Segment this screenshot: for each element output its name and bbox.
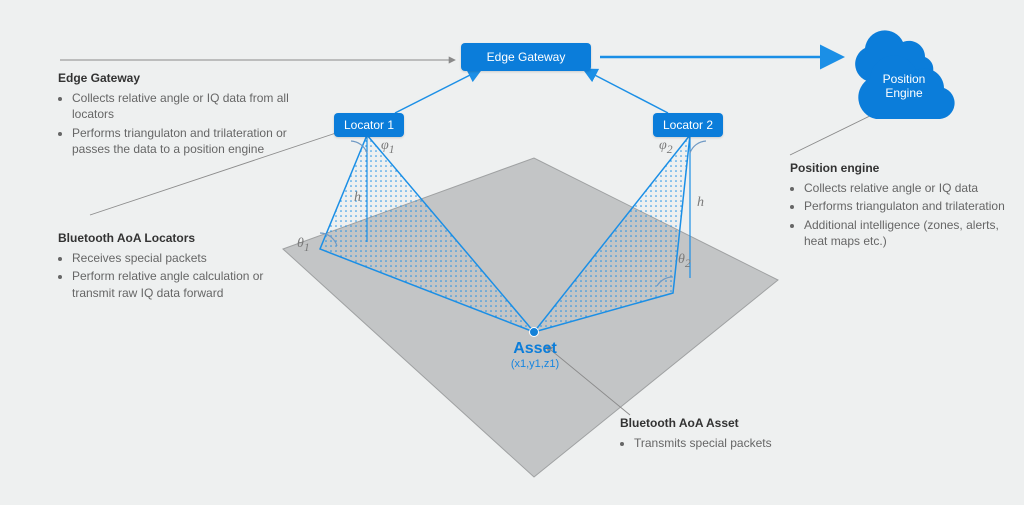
symbol-phi2: φ2 [659,138,673,156]
leader-engine [790,112,878,155]
note-edge-gateway: Edge Gateway Collects relative angle or … [58,70,318,159]
note-title: Bluetooth AoA Asset [620,415,830,431]
symbol-h-right: h [697,195,704,211]
note-asset: Bluetooth AoA Asset Transmits special pa… [620,415,830,453]
note-title: Position engine [790,160,1010,176]
cloud-label-line1: Position [883,72,926,86]
symbol-theta1: θ1 [297,236,310,254]
symbol-phi1: φ1 [381,138,395,156]
link-loc1-gateway [395,70,480,113]
note-item: Collects relative angle or IQ data from … [72,90,318,122]
link-loc2-gateway [585,70,668,113]
locator2-node: Locator 2 [653,113,723,137]
symbol-h-left: h [354,190,361,206]
note-item: Performs triangulaton and trilateration … [72,125,318,157]
symbol-theta2: θ2 [678,252,691,270]
note-position-engine: Position engine Collects relative angle … [790,160,1010,251]
locator1-node: Locator 1 [334,113,404,137]
angle-phi2 [690,141,706,153]
note-item: Perform relative angle calculation or tr… [72,268,293,300]
asset-label: Asset (x1,y1,z1) [500,340,570,370]
edge-gateway-node: Edge Gateway [461,43,591,71]
note-item: Receives special packets [72,250,293,266]
note-title: Bluetooth AoA Locators [58,230,293,246]
note-locators: Bluetooth AoA Locators Receives special … [58,230,293,303]
cloud-label-line2: Engine [885,86,923,100]
asset-coords: (x1,y1,z1) [500,358,570,370]
asset-title: Asset [513,340,557,357]
note-item: Transmits special packets [634,435,830,451]
note-title: Edge Gateway [58,70,318,86]
asset-point [530,328,539,337]
note-item: Additional intelligence (zones, alerts, … [804,217,1010,249]
note-item: Collects relative angle or IQ data [804,180,1010,196]
note-item: Performs triangulaton and trilateration [804,198,1010,214]
